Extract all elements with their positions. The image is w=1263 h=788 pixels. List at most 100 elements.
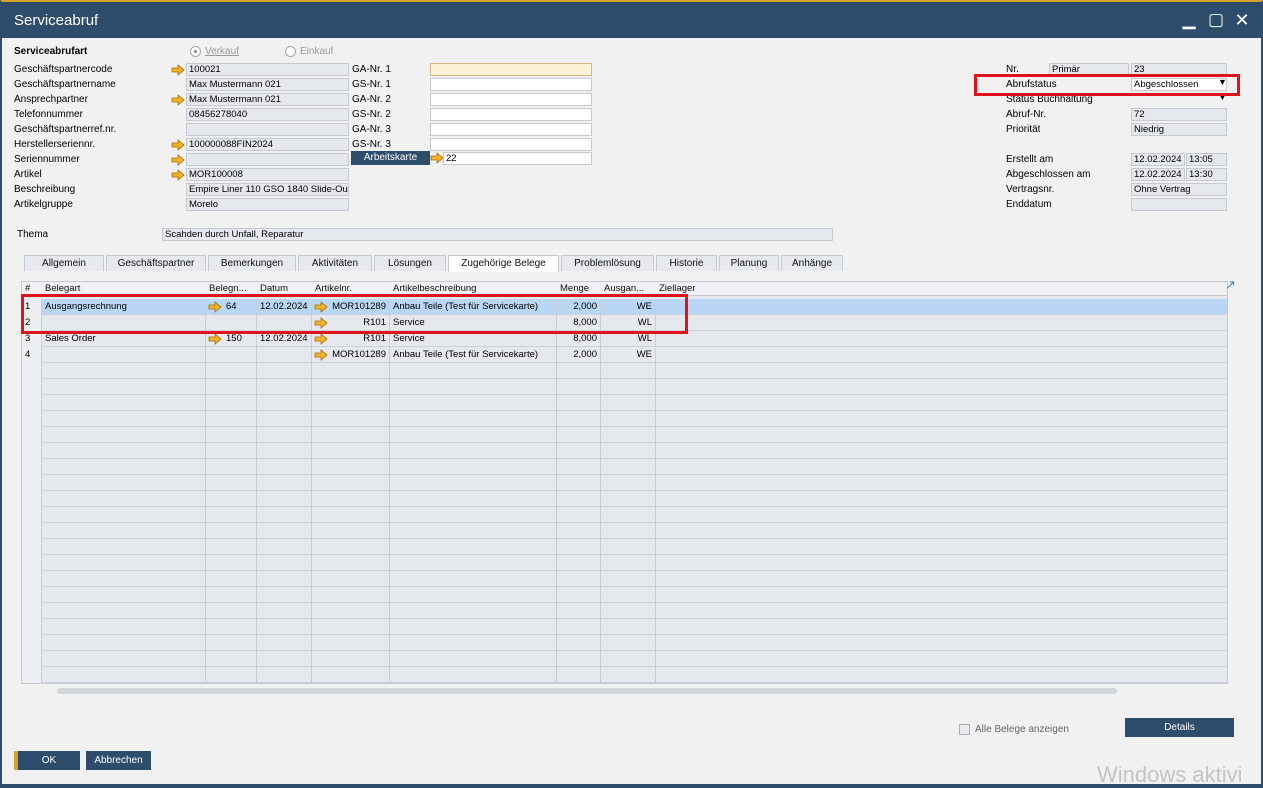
cell-ziellager[interactable]: [656, 427, 1227, 443]
cell-menge[interactable]: [557, 379, 601, 395]
table-row[interactable]: [22, 427, 1227, 443]
cell-belegnr[interactable]: [206, 619, 257, 635]
field-value[interactable]: [430, 78, 592, 91]
cell-belegnr[interactable]: [206, 635, 257, 651]
cell-ausgang[interactable]: [601, 379, 656, 395]
cell-datum[interactable]: [257, 555, 312, 571]
cell-beschreibung[interactable]: [390, 491, 557, 507]
cell-ziellager[interactable]: [656, 315, 1227, 331]
cell-menge[interactable]: [557, 507, 601, 523]
alle-belege-checkbox[interactable]: [959, 724, 970, 735]
cell-belegart[interactable]: [42, 411, 206, 427]
cell-belegnr[interactable]: [206, 491, 257, 507]
column-header[interactable]: Ziellager: [656, 282, 1227, 296]
cell-belegnr[interactable]: [206, 555, 257, 571]
cell-beschreibung[interactable]: [390, 619, 557, 635]
link-arrow-icon[interactable]: [171, 139, 185, 151]
cell-belegart[interactable]: [42, 571, 206, 587]
cell-belegart[interactable]: [42, 379, 206, 395]
enddatum-field[interactable]: [1131, 198, 1227, 211]
cell-ziellager[interactable]: [656, 299, 1227, 315]
cell-belegart[interactable]: [42, 363, 206, 379]
horizontal-scrollbar[interactable]: [57, 688, 1117, 694]
field-value[interactable]: Morelo: [186, 198, 349, 211]
table-row[interactable]: [22, 411, 1227, 427]
cell-ausgang[interactable]: [601, 507, 656, 523]
tab-item[interactable]: Bemerkungen: [208, 255, 296, 271]
cell-belegart[interactable]: [42, 635, 206, 651]
cell-beschreibung[interactable]: [390, 395, 557, 411]
tab-item[interactable]: Allgemein: [24, 255, 104, 271]
arbeitskarte-button[interactable]: Arbeitskarte: [351, 151, 430, 165]
related-documents-grid[interactable]: # Belegart Belegn... Datum Artikelnr. Artikel…: [21, 281, 1228, 684]
cell-artikelnr[interactable]: [312, 459, 390, 475]
minimize-icon[interactable]: ▁: [1178, 9, 1200, 31]
table-row[interactable]: [22, 443, 1227, 459]
vertragsnr-field[interactable]: Ohne Vertrag: [1131, 183, 1227, 196]
cell-datum[interactable]: [257, 523, 312, 539]
table-row[interactable]: [22, 379, 1227, 395]
cell-datum[interactable]: [257, 539, 312, 555]
cell-belegart[interactable]: [42, 539, 206, 555]
field-value[interactable]: Max Mustermann 021: [186, 78, 349, 91]
field-value[interactable]: 100000088FIN2024: [186, 138, 349, 151]
cancel-button[interactable]: Abbrechen: [86, 751, 151, 770]
cell-beschreibung[interactable]: [390, 507, 557, 523]
cell-datum[interactable]: [257, 427, 312, 443]
cell-belegart[interactable]: [42, 395, 206, 411]
cell-belegart[interactable]: [42, 347, 206, 363]
cell-beschreibung[interactable]: [390, 667, 557, 683]
cell-datum[interactable]: [257, 571, 312, 587]
link-arrow-icon[interactable]: [314, 349, 328, 361]
cell-datum[interactable]: [257, 411, 312, 427]
tab-item[interactable]: Planung: [719, 255, 779, 271]
cell-belegnr[interactable]: [206, 427, 257, 443]
cell-menge[interactable]: [557, 411, 601, 427]
arbeitskarte-field[interactable]: 22: [443, 152, 592, 165]
field-value[interactable]: [430, 123, 592, 136]
cell-belegnr[interactable]: [206, 379, 257, 395]
cell-menge[interactable]: [557, 395, 601, 411]
cell-artikelnr[interactable]: [312, 475, 390, 491]
cell-ausgang[interactable]: [601, 571, 656, 587]
field-value[interactable]: [430, 138, 592, 151]
close-icon[interactable]: ✕: [1231, 9, 1253, 31]
cell-belegnr[interactable]: [206, 475, 257, 491]
field-value[interactable]: Empire Liner 110 GSO 1840 Slide-Ou: [186, 183, 349, 196]
cell-artikelnr[interactable]: [312, 603, 390, 619]
cell-belegnr[interactable]: [206, 347, 257, 363]
cell-belegart[interactable]: [42, 587, 206, 603]
cell-belegart[interactable]: [42, 555, 206, 571]
cell-ziellager[interactable]: [656, 555, 1227, 571]
cell-belegart[interactable]: [42, 651, 206, 667]
erstellt-date-field[interactable]: 12.02.2024: [1131, 153, 1185, 166]
cell-artikelnr[interactable]: [312, 491, 390, 507]
link-arrow-icon[interactable]: [171, 64, 185, 76]
cell-ziellager[interactable]: [656, 379, 1227, 395]
table-row[interactable]: [22, 523, 1227, 539]
table-row[interactable]: [22, 475, 1227, 491]
prioritaet-field[interactable]: Niedrig: [1131, 123, 1227, 136]
thema-field[interactable]: Scahden durch Unfall, Reparatur: [162, 228, 833, 241]
cell-belegnr[interactable]: [206, 571, 257, 587]
table-row[interactable]: [22, 651, 1227, 667]
cell-beschreibung[interactable]: [390, 443, 557, 459]
cell-belegart[interactable]: [42, 459, 206, 475]
cell-menge[interactable]: [557, 619, 601, 635]
cell-ziellager[interactable]: [656, 395, 1227, 411]
cell-belegnr[interactable]: [206, 587, 257, 603]
cell-beschreibung[interactable]: [390, 571, 557, 587]
cell-belegnr[interactable]: [206, 539, 257, 555]
cell-belegart[interactable]: [42, 619, 206, 635]
cell-ausgang[interactable]: [601, 587, 656, 603]
cell-ziellager[interactable]: [656, 603, 1227, 619]
field-value[interactable]: [430, 63, 592, 76]
cell-beschreibung[interactable]: [390, 379, 557, 395]
cell-beschreibung[interactable]: [390, 603, 557, 619]
table-row[interactable]: [22, 635, 1227, 651]
cell-artikelnr[interactable]: [312, 507, 390, 523]
cell-datum[interactable]: [257, 491, 312, 507]
cell-menge[interactable]: [557, 587, 601, 603]
cell-datum[interactable]: [257, 395, 312, 411]
cell-ausgang[interactable]: [601, 427, 656, 443]
